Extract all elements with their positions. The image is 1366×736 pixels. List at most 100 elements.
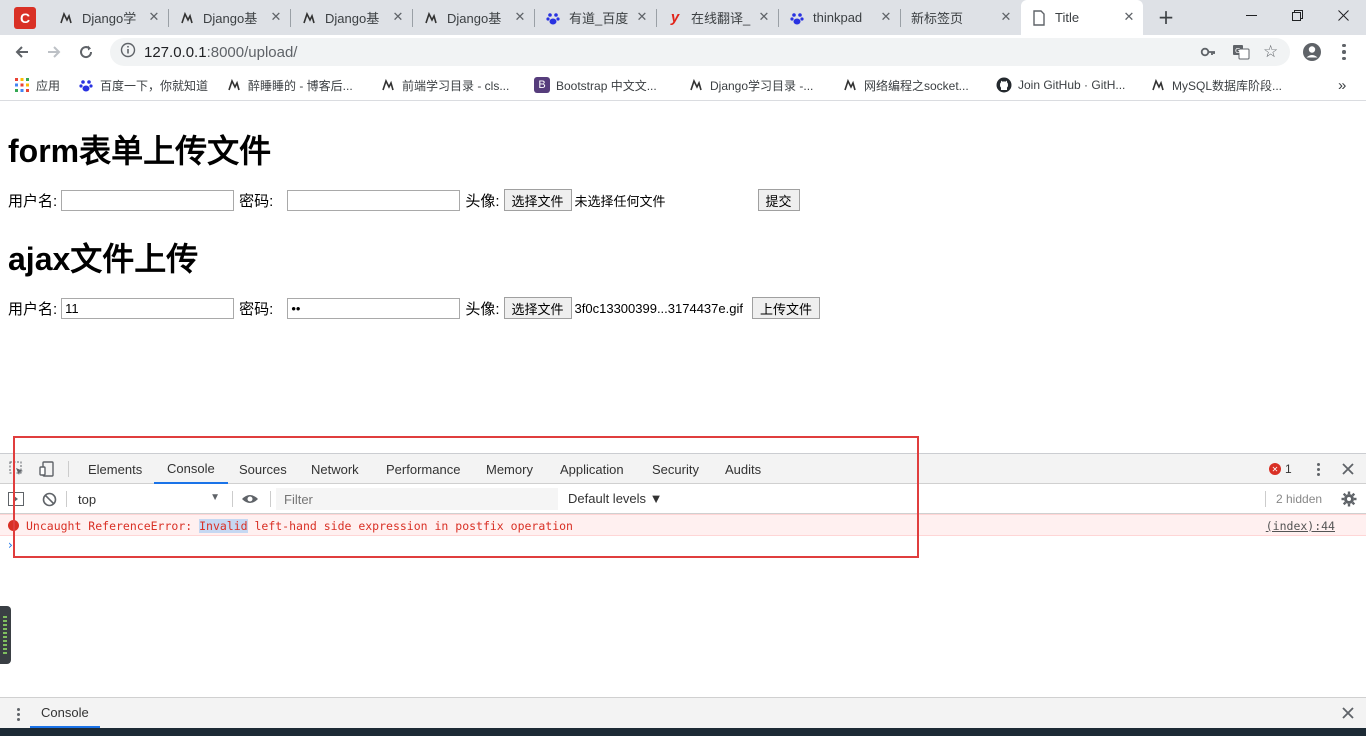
console-settings-gear-icon[interactable] <box>1339 489 1359 509</box>
ajax-upload-heading: ajax文件上传 <box>8 241 199 277</box>
devtools-menu-icon[interactable] <box>1310 460 1326 478</box>
console-prompt[interactable]: › <box>8 538 13 552</box>
profile-avatar-icon[interactable] <box>1302 42 1322 66</box>
ajax-upload-button[interactable]: 上传文件 <box>751 297 820 319</box>
forward-arrow-icon[interactable] <box>42 40 66 64</box>
error-text[interactable]: Uncaught ReferenceError: Invalid left-ha… <box>26 519 573 533</box>
inspect-element-icon[interactable] <box>8 460 26 478</box>
tab-1[interactable]: Django基 ✕ <box>169 0 290 35</box>
tab-memory[interactable]: Memory <box>486 454 533 484</box>
translate-icon[interactable]: G <box>1232 43 1250 65</box>
tab-label: Django基 <box>325 11 380 26</box>
close-icon[interactable]: ✕ <box>146 10 162 25</box>
divider <box>66 491 67 507</box>
new-tab-plus-icon[interactable]: + <box>1154 5 1178 29</box>
window-close-icon[interactable] <box>1320 0 1366 30</box>
tab-label: Django学 <box>82 11 137 26</box>
bookmark-django[interactable]: Django学习目录 -... <box>688 76 813 94</box>
tab-5[interactable]: y 在线翻译_ ✕ <box>657 0 778 35</box>
tab-console[interactable]: Console <box>154 454 228 484</box>
more-bookmarks-chevron-icon[interactable]: » <box>1338 76 1346 94</box>
tab-4[interactable]: 有道_百度 ✕ <box>535 0 656 35</box>
minimize-icon[interactable] <box>1228 0 1274 30</box>
ajax-file-status: 3f0c13300399...3174437e.gif <box>574 300 743 316</box>
ajax-upload-row: 用户名: 11 密码: •• 头像: 选择文件 3f0c13300399...3… <box>8 296 820 320</box>
tab-audits[interactable]: Audits <box>725 454 761 484</box>
close-icon[interactable]: ✕ <box>756 10 772 25</box>
web-page: form表单上传文件 用户名: 密码: 头像: 选择文件 未选择任何文件 提交 … <box>0 102 1366 452</box>
tab-performance[interactable]: Performance <box>386 454 460 484</box>
context-selector[interactable]: top ▼ <box>74 489 226 509</box>
tab-security[interactable]: Security <box>652 454 699 484</box>
tab-application[interactable]: Application <box>560 454 624 484</box>
reload-icon[interactable] <box>74 40 98 64</box>
close-icon[interactable]: ✕ <box>998 10 1014 25</box>
bookmark-socket[interactable]: 网络编程之socket... <box>842 76 969 94</box>
youdao-icon: y <box>670 9 680 26</box>
console-error-message[interactable]: ! Uncaught ReferenceError: Invalid left-… <box>0 514 1366 536</box>
restore-icon[interactable] <box>1274 0 1320 30</box>
bookmark-frontend[interactable]: 前端学习目录 - cls... <box>380 76 509 94</box>
drawer-tab-console[interactable]: Console <box>30 698 100 728</box>
close-icon[interactable]: ✕ <box>1121 10 1137 25</box>
error-count[interactable]: 1 <box>1285 462 1292 476</box>
bookmark-label: Join GitHub · GitH... <box>1018 78 1126 92</box>
bookmark-blog-admin[interactable]: 醉睡睡的 - 博客后... <box>226 76 353 94</box>
bookmark-apps[interactable]: 应用 <box>14 76 60 94</box>
divider <box>1265 491 1266 507</box>
form-upload-heading: form表单上传文件 <box>8 133 272 169</box>
svg-text:G: G <box>1235 47 1240 55</box>
show-sidebar-icon[interactable] <box>7 490 25 508</box>
browser-menu-icon[interactable] <box>1334 42 1354 62</box>
tab-label: 有道_百度 <box>569 11 629 26</box>
baidu-paw-icon <box>789 10 805 26</box>
devtools-close-icon[interactable] <box>1339 460 1357 478</box>
back-arrow-icon[interactable] <box>10 40 34 64</box>
tab-label: thinkpad <box>813 10 863 25</box>
hidden-messages-count: 2 hidden <box>1276 492 1323 506</box>
tab-3[interactable]: Django基 ✕ <box>413 0 534 35</box>
close-icon[interactable]: ✕ <box>878 10 894 25</box>
tab-6[interactable]: thinkpad ✕ <box>779 0 900 35</box>
close-icon[interactable]: ✕ <box>512 10 528 25</box>
error-count-icon[interactable]: ✕ <box>1269 463 1281 475</box>
tab-elements[interactable]: Elements <box>88 454 142 484</box>
close-icon[interactable]: ✕ <box>634 10 650 25</box>
form-choose-file-button[interactable]: 选择文件 <box>503 189 572 211</box>
cnblogs-icon <box>301 10 317 26</box>
form-username-input[interactable] <box>61 189 235 211</box>
ajax-password-input[interactable]: •• <box>287 297 461 319</box>
info-icon[interactable] <box>120 42 136 62</box>
clear-console-icon[interactable] <box>40 490 58 508</box>
eye-icon[interactable] <box>240 489 260 509</box>
drawer-menu-icon[interactable] <box>12 705 24 723</box>
error-source-link[interactable]: (index):44 <box>1266 519 1335 533</box>
close-icon[interactable]: ✕ <box>390 10 406 25</box>
ajax-choose-file-button[interactable]: 选择文件 <box>503 297 572 319</box>
tab-8-active[interactable]: Title ✕ <box>1021 0 1143 35</box>
tab-2[interactable]: Django基 ✕ <box>291 0 412 35</box>
devtools-drawer: Console <box>0 697 1366 728</box>
log-levels-dropdown[interactable]: Default levels ▼ <box>568 491 663 506</box>
side-widget-handle[interactable] <box>0 606 11 664</box>
drawer-close-icon[interactable] <box>1339 704 1357 722</box>
bookmark-bootstrap[interactable]: B Bootstrap 中文文... <box>534 76 657 94</box>
tab-0[interactable]: Django学 ✕ <box>48 0 168 35</box>
address-bar[interactable]: 127.0.0.1:8000/upload/ G ☆ <box>110 38 1290 66</box>
ajax-username-input[interactable]: 11 <box>61 297 235 319</box>
key-icon[interactable] <box>1200 44 1216 64</box>
app-logo-icon[interactable]: C <box>14 7 36 29</box>
bookmark-baidu[interactable]: 百度一下，你就知道 <box>78 76 208 94</box>
tab-7[interactable]: 新标签页 ✕ <box>901 0 1020 35</box>
dropdown-arrow-icon: ▼ <box>210 492 220 503</box>
device-toolbar-icon[interactable] <box>38 460 56 478</box>
bookmark-mysql[interactable]: MySQL数据库阶段... <box>1150 76 1282 94</box>
tab-sources[interactable]: Sources <box>239 454 287 484</box>
console-filter-input[interactable] <box>276 488 558 510</box>
bookmark-github[interactable]: Join GitHub · GitH... <box>996 76 1125 94</box>
bookmark-star-icon[interactable]: ☆ <box>1263 42 1278 62</box>
tab-network[interactable]: Network <box>311 454 359 484</box>
close-icon[interactable]: ✕ <box>268 10 284 25</box>
form-submit-button[interactable]: 提交 <box>757 189 800 211</box>
form-password-input[interactable] <box>287 189 461 211</box>
